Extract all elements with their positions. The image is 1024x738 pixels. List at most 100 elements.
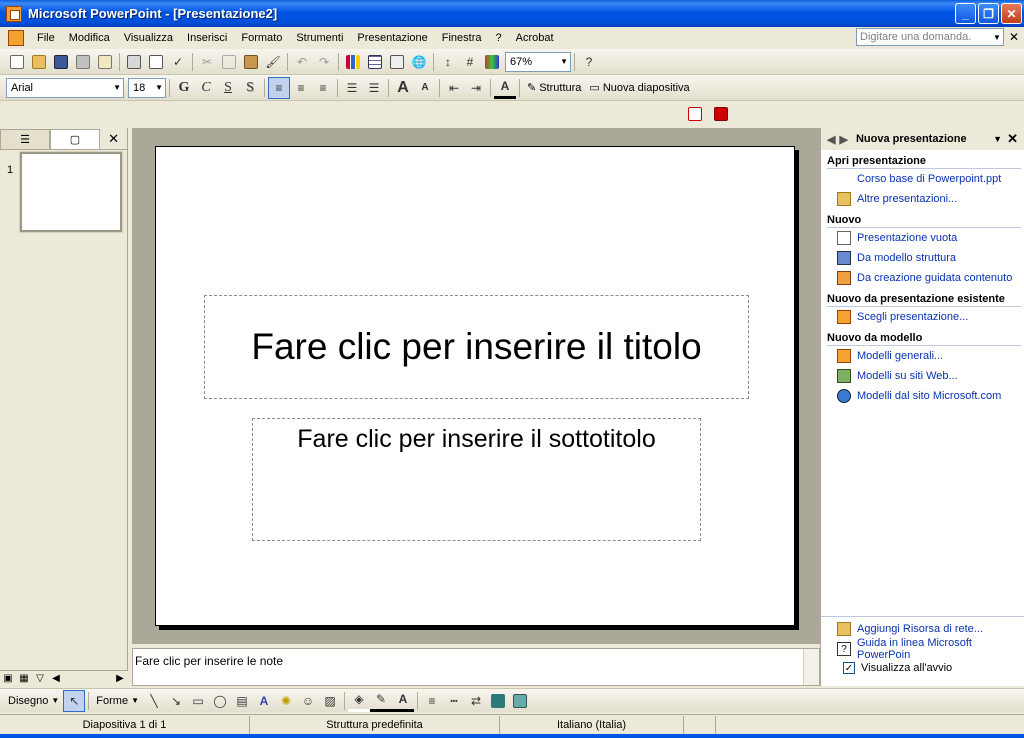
back-arrow-icon[interactable]: ◀ (827, 133, 835, 146)
close-task-pane-icon[interactable]: ✕ (1007, 131, 1018, 147)
copy-icon[interactable] (218, 51, 240, 73)
scroll-right-icon[interactable]: ▶ (112, 672, 128, 686)
shadow-style-icon[interactable] (487, 690, 509, 712)
clipart-icon[interactable]: ☺ (297, 690, 319, 712)
document-icon[interactable] (8, 30, 24, 46)
paste-icon[interactable] (240, 51, 262, 73)
new-slide-button[interactable]: ▭ Nuova diapositiva (585, 81, 693, 95)
help-icon[interactable]: ? (578, 51, 600, 73)
microsoft-templates-link[interactable]: Modelli dal sito Microsoft.com (837, 386, 1024, 406)
menu-modifica[interactable]: Modifica (62, 32, 117, 44)
autocontent-wizard-link[interactable]: Da creazione guidata contenuto (837, 268, 1024, 288)
textbox-icon[interactable]: ▤ (231, 690, 253, 712)
notes-pane[interactable]: Fare clic per inserire le note (132, 648, 820, 686)
underline-button[interactable]: S (217, 77, 239, 99)
slideshow-icon[interactable]: ▽ (32, 672, 48, 686)
bold-button[interactable]: G (173, 77, 195, 99)
chevron-down-icon[interactable]: ▼ (993, 134, 1002, 144)
pdf-email-icon[interactable] (710, 103, 732, 125)
arrow-icon[interactable]: ↘ (165, 690, 187, 712)
menu-help[interactable]: ? (489, 32, 509, 44)
save-icon[interactable] (50, 51, 72, 73)
numbering-icon[interactable]: ☰ (341, 77, 363, 99)
font-select[interactable]: Arial ▼ (6, 77, 124, 98)
web-templates-link[interactable]: Modelli su siti Web... (837, 366, 1024, 386)
minimize-button[interactable]: _ (955, 3, 976, 24)
wordart-icon[interactable]: A (253, 690, 275, 712)
choose-presentation-link[interactable]: Scegli presentazione... (837, 307, 1024, 327)
more-presentations-link[interactable]: Altre presentazioni... (837, 189, 1024, 209)
spelling-icon[interactable]: ✓ (167, 51, 189, 73)
menu-acrobat[interactable]: Acrobat (509, 32, 561, 44)
normal-view-icon[interactable]: ▣ (0, 672, 16, 686)
fill-color-icon[interactable]: ◈ (347, 690, 370, 712)
color-grayscale-icon[interactable] (481, 51, 503, 73)
line-style-icon[interactable]: ≡ (421, 690, 443, 712)
align-left-icon[interactable]: ≡ (268, 76, 290, 99)
menu-inserisci[interactable]: Inserisci (180, 32, 234, 44)
autoshapes-button[interactable]: Forme ▼ (92, 695, 143, 707)
new-icon[interactable] (6, 51, 28, 73)
expand-all-icon[interactable]: ↕ (437, 51, 459, 73)
hyperlink-icon[interactable]: 🌐 (408, 51, 430, 73)
close-document-icon[interactable]: ✕ (1009, 30, 1019, 44)
design-template-link[interactable]: Da modello struttura (837, 248, 1024, 268)
rectangle-icon[interactable]: ▭ (187, 690, 209, 712)
tab-slides[interactable]: ▢ (50, 129, 100, 149)
decrease-indent-icon[interactable]: ⇤ (443, 77, 465, 99)
menu-finestra[interactable]: Finestra (435, 32, 489, 44)
grid-icon[interactable]: # (459, 51, 481, 73)
increase-font-icon[interactable]: A (392, 77, 414, 99)
menu-file[interactable]: File (30, 32, 62, 44)
shadow-button[interactable]: S (239, 77, 261, 99)
undo-icon[interactable]: ↶ (291, 51, 313, 73)
design-button[interactable]: ✎ Struttura (523, 81, 585, 95)
table-icon[interactable] (364, 51, 386, 73)
cut-icon[interactable]: ✂ (196, 51, 218, 73)
align-right-icon[interactable]: ≡ (312, 77, 334, 99)
general-templates-link[interactable]: Modelli generali... (837, 346, 1024, 366)
online-help-link[interactable]: ? Guida in linea Microsoft PowerPoin (837, 637, 1024, 661)
slide-thumbnail[interactable] (19, 151, 123, 233)
bullets-icon[interactable]: ☰ (363, 77, 385, 99)
italic-button[interactable]: C (195, 77, 217, 99)
recent-file-link[interactable]: Corso base di Powerpoint.ppt (837, 169, 1024, 189)
forward-arrow-icon[interactable]: ▶ (839, 133, 847, 146)
restore-button[interactable]: ❐ (978, 3, 999, 24)
line-icon[interactable]: ╲ (143, 690, 165, 712)
open-folder-icon[interactable] (28, 51, 50, 73)
oval-icon[interactable]: ◯ (209, 690, 231, 712)
chevron-down-icon[interactable]: ▼ (990, 28, 1004, 46)
chart-icon[interactable] (342, 51, 364, 73)
permission-icon[interactable] (72, 51, 94, 73)
decrease-font-icon[interactable]: A (414, 77, 436, 99)
subtitle-placeholder[interactable]: Fare clic per inserire il sottotitolo (252, 418, 701, 541)
draw-menu-button[interactable]: Disegno ▼ (4, 695, 63, 707)
title-placeholder[interactable]: Fare clic per inserire il titolo (204, 295, 749, 399)
text-color-icon[interactable]: A (391, 690, 414, 712)
diagram-icon[interactable]: ✺ (275, 690, 297, 712)
powerpoint-app-icon[interactable] (6, 5, 22, 22)
format-painter-icon[interactable]: 🖌 (262, 51, 284, 73)
close-window-button[interactable]: ✕ (1001, 3, 1022, 24)
notes-scrollbar[interactable] (803, 649, 819, 685)
font-color-icon[interactable]: A (494, 77, 516, 99)
print-preview-icon[interactable] (145, 51, 167, 73)
email-icon[interactable] (94, 51, 116, 73)
slide-sorter-icon[interactable]: ▦ (16, 672, 32, 686)
zoom-select[interactable]: 67% ▼ (505, 51, 571, 72)
font-size-select[interactable]: 18 ▼ (128, 77, 166, 98)
3d-style-icon[interactable] (509, 690, 531, 712)
select-objects-icon[interactable]: ↖ (63, 689, 86, 712)
scroll-left-icon[interactable]: ◀ (48, 672, 64, 686)
picture-icon[interactable]: ▨ (319, 690, 341, 712)
tab-outline[interactable]: ☰ (0, 129, 50, 149)
insert-picture-icon[interactable] (386, 51, 408, 73)
add-network-place-link[interactable]: Aggiungi Risorsa di rete... (837, 619, 1024, 639)
redo-icon[interactable]: ↷ (313, 51, 335, 73)
menu-visualizza[interactable]: Visualizza (117, 32, 180, 44)
align-center-icon[interactable]: ≡ (290, 77, 312, 99)
pdf-icon[interactable] (684, 103, 706, 125)
menu-presentazione[interactable]: Presentazione (350, 32, 434, 44)
menu-strumenti[interactable]: Strumenti (289, 32, 350, 44)
